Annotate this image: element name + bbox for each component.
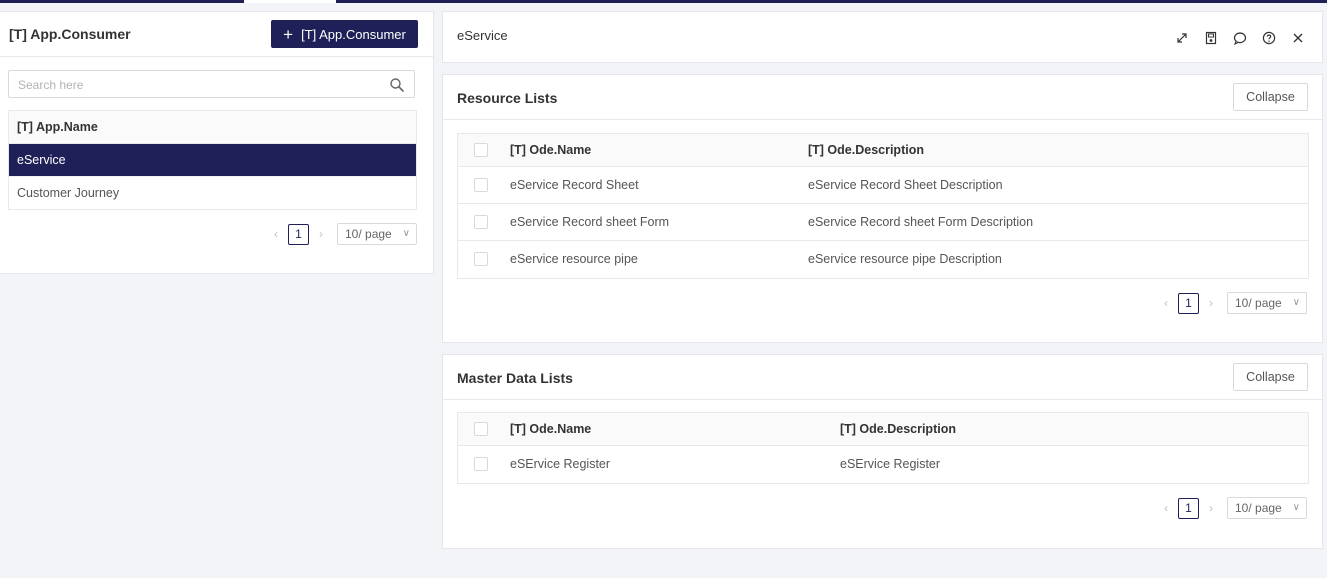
master-data-lists-title: Master Data Lists xyxy=(457,370,573,386)
master-data-lists-collapse-button[interactable]: Collapse xyxy=(1233,363,1308,391)
table-row[interactable]: eService resource pipe eService resource… xyxy=(458,241,1308,278)
page-size-select[interactable]: 10/ page ∨ xyxy=(1227,292,1307,314)
chevron-down-icon: ∨ xyxy=(1292,297,1300,308)
row-checkbox[interactable] xyxy=(474,178,488,192)
resource-lists-header: Resource Lists Collapse xyxy=(443,75,1322,120)
expand-icon[interactable] xyxy=(1174,30,1190,46)
current-page[interactable]: 1 xyxy=(1178,497,1199,519)
description-column-header: [T] Ode.Description xyxy=(840,422,956,436)
search-box xyxy=(8,70,415,98)
next-page-icon[interactable]: › xyxy=(1204,296,1218,310)
resource-lists-table: [T] Ode.Name [T] Ode.Description eServic… xyxy=(457,133,1309,279)
app-list-table: [T] App.Name eService Customer Journey xyxy=(8,110,417,210)
page-size-select[interactable]: 10/ page ∨ xyxy=(337,223,417,245)
current-page[interactable]: 1 xyxy=(1178,292,1199,314)
page-size-label: 10/ page xyxy=(1235,501,1282,515)
active-tab-indicator xyxy=(244,0,336,3)
description-column-header: [T] Ode.Description xyxy=(808,143,924,157)
panel-title: [T] App.Consumer xyxy=(9,26,131,42)
resource-lists-title: Resource Lists xyxy=(457,90,558,106)
row-checkbox[interactable] xyxy=(474,457,488,471)
resource-lists-section: Resource Lists Collapse [T] Ode.Name [T]… xyxy=(442,74,1323,343)
app-list-pagination: ‹ 1 › 10/ page ∨ xyxy=(269,223,417,245)
master-data-lists-section: Master Data Lists Collapse [T] Ode.Name … xyxy=(442,354,1323,549)
search-input[interactable] xyxy=(18,76,378,94)
page-size-label: 10/ page xyxy=(1235,296,1282,310)
select-all-checkbox[interactable] xyxy=(474,143,488,157)
table-header-row: [T] Ode.Name [T] Ode.Description xyxy=(458,134,1308,167)
resource-lists-pagination: ‹ 1 › 10/ page ∨ xyxy=(1159,292,1307,314)
prev-page-icon[interactable]: ‹ xyxy=(1159,501,1173,515)
select-all-checkbox[interactable] xyxy=(474,422,488,436)
master-data-lists-header: Master Data Lists Collapse xyxy=(443,355,1322,400)
name-cell: eService resource pipe xyxy=(510,252,638,266)
resource-lists-collapse-button[interactable]: Collapse xyxy=(1233,83,1308,111)
app-row-customer-journey[interactable]: Customer Journey xyxy=(9,177,416,210)
master-data-lists-pagination: ‹ 1 › 10/ page ∨ xyxy=(1159,497,1307,519)
page-size-label: 10/ page xyxy=(345,227,392,241)
app-consumer-panel: [T] App.Consumer + [T] App.Consumer [T] … xyxy=(0,11,434,274)
chevron-down-icon: ∨ xyxy=(1292,502,1300,513)
prev-page-icon[interactable]: ‹ xyxy=(269,227,283,241)
row-checkbox[interactable] xyxy=(474,252,488,266)
plus-icon: + xyxy=(283,24,294,44)
description-cell: eService Record sheet Form Description xyxy=(808,215,1034,229)
name-cell: eService Record Sheet xyxy=(510,178,639,192)
name-cell: eSErvice Register xyxy=(510,457,611,471)
table-row[interactable]: eSErvice Register eSErvice Register xyxy=(458,446,1308,483)
close-icon[interactable] xyxy=(1290,30,1306,46)
master-data-lists-table: [T] Ode.Name [T] Ode.Description eSErvic… xyxy=(457,412,1309,484)
chevron-down-icon: ∨ xyxy=(402,228,410,239)
detail-header: eService xyxy=(442,11,1323,63)
table-header-row: [T] Ode.Name [T] Ode.Description xyxy=(458,413,1308,446)
search-icon[interactable] xyxy=(389,77,405,93)
top-nav-bar xyxy=(0,0,1327,3)
app-row-eservice[interactable]: eService xyxy=(9,144,416,177)
name-column-header: [T] Ode.Name xyxy=(510,422,592,436)
help-icon[interactable] xyxy=(1261,30,1277,46)
name-cell: eService Record sheet Form xyxy=(510,215,670,229)
save-icon[interactable] xyxy=(1203,30,1219,46)
prev-page-icon[interactable]: ‹ xyxy=(1159,296,1173,310)
description-cell: eService resource pipe Description xyxy=(808,252,1002,266)
name-column-header: [T] Ode.Name xyxy=(510,143,592,157)
row-checkbox[interactable] xyxy=(474,215,488,229)
app-consumer-panel-header: [T] App.Consumer + [T] App.Consumer xyxy=(0,12,433,57)
description-cell: eService Record Sheet Description xyxy=(808,178,1003,192)
add-app-consumer-button[interactable]: + [T] App.Consumer xyxy=(271,20,418,48)
detail-toolbar xyxy=(1174,30,1306,46)
next-page-icon[interactable]: › xyxy=(314,227,328,241)
next-page-icon[interactable]: › xyxy=(1204,501,1218,515)
description-cell: eSErvice Register xyxy=(840,457,941,471)
table-row[interactable]: eService Record Sheet eService Record Sh… xyxy=(458,167,1308,204)
detail-title: eService xyxy=(457,28,508,43)
table-row[interactable]: eService Record sheet Form eService Reco… xyxy=(458,204,1308,241)
app-name-column-header: [T] App.Name xyxy=(9,111,416,144)
page-size-select[interactable]: 10/ page ∨ xyxy=(1227,497,1307,519)
current-page[interactable]: 1 xyxy=(288,223,309,245)
add-button-label: [T] App.Consumer xyxy=(301,26,406,42)
comment-icon[interactable] xyxy=(1232,30,1248,46)
